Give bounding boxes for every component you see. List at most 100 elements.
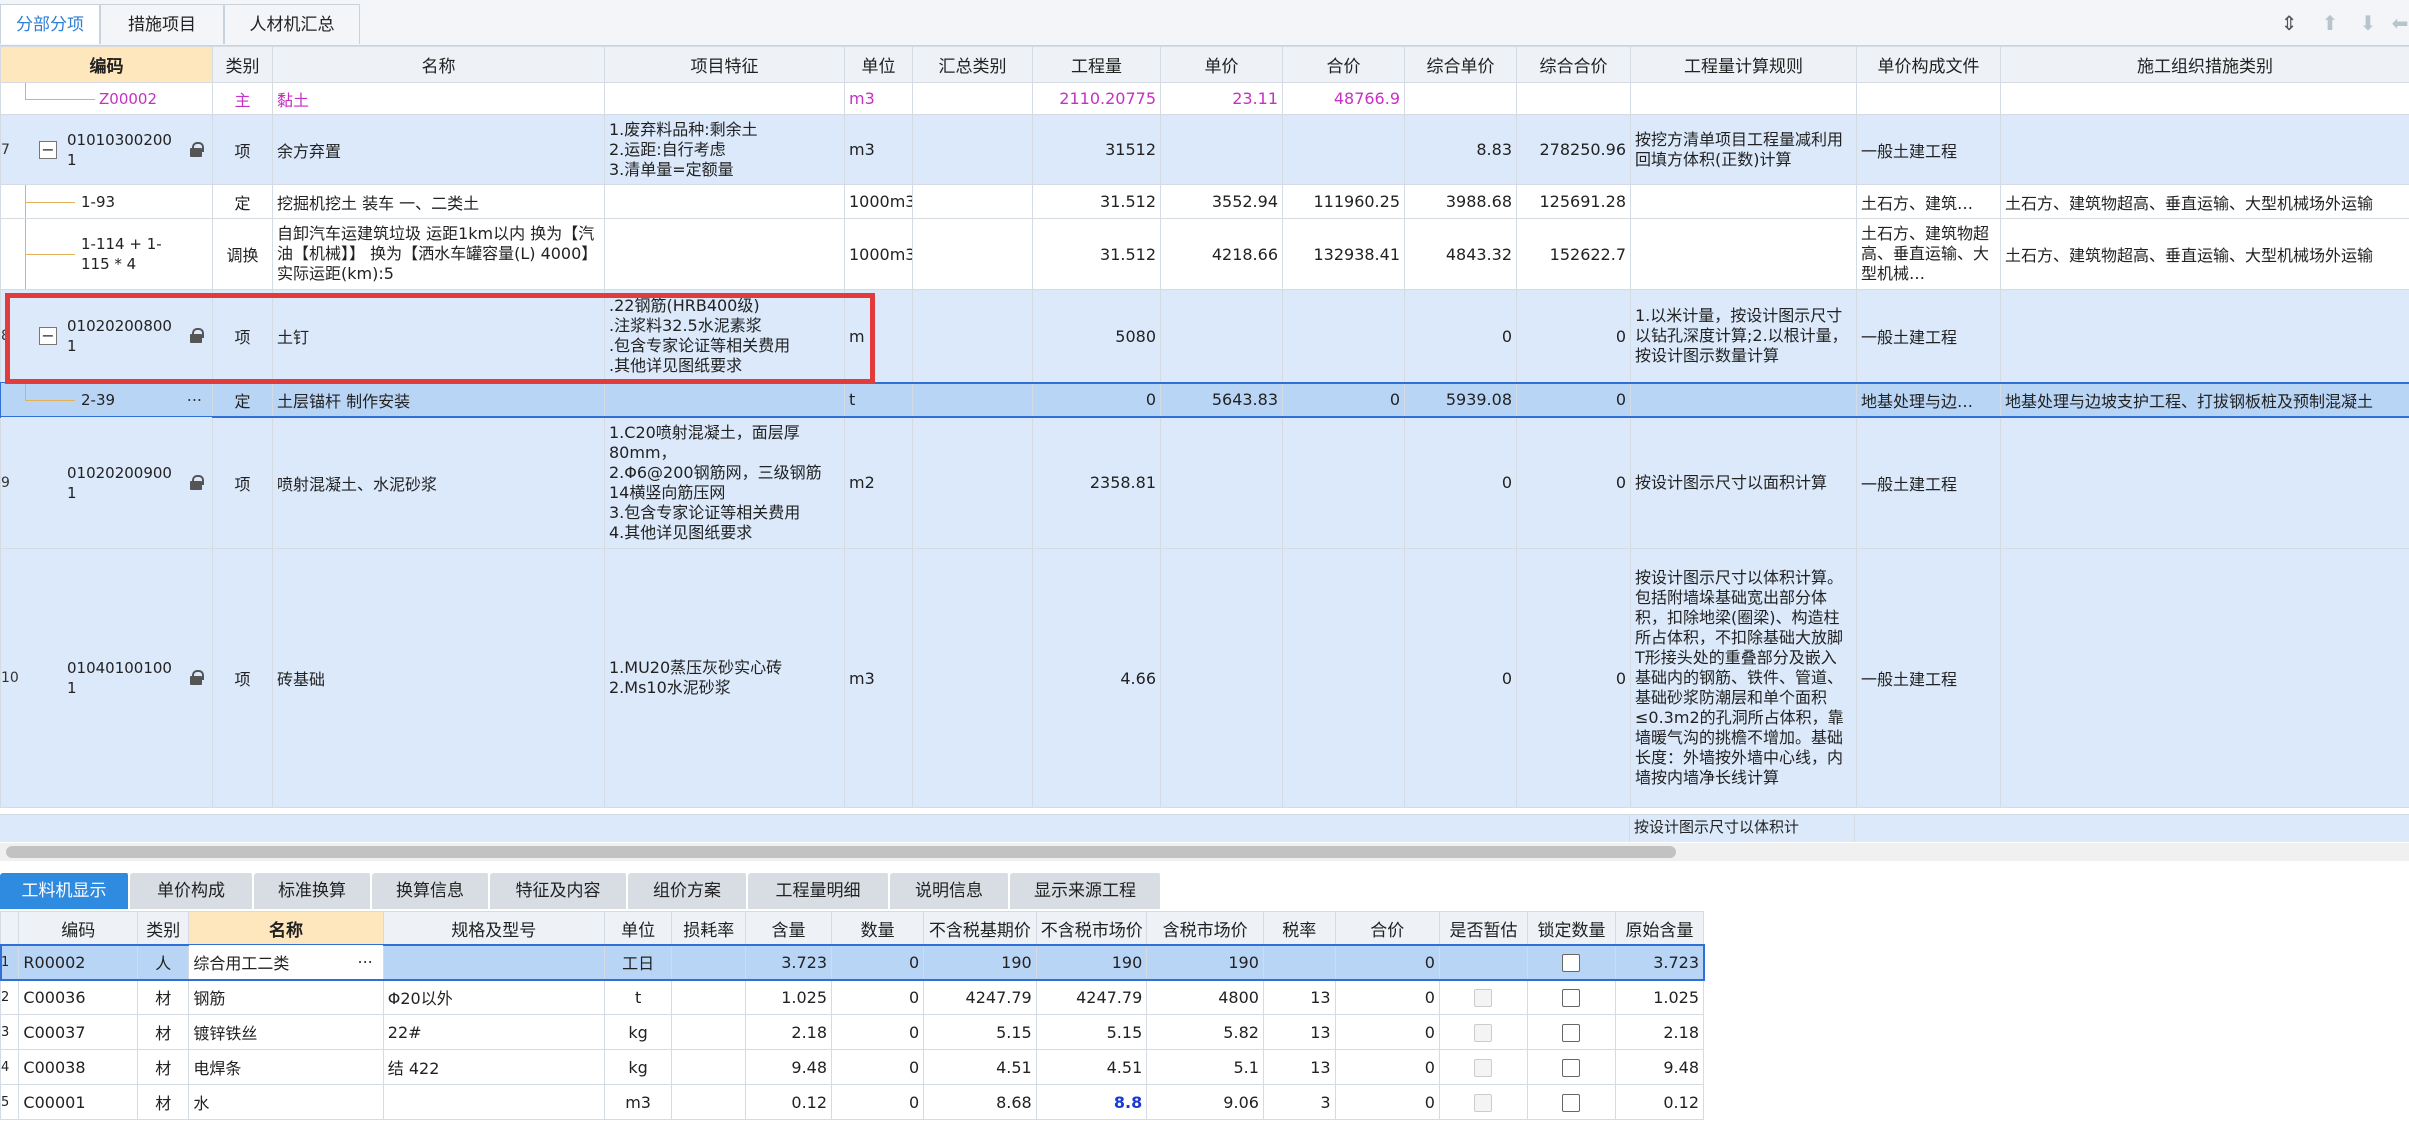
unit-cell[interactable]: t bbox=[603, 979, 673, 1015]
unit-price-cell[interactable]: 4218.66 bbox=[1160, 218, 1283, 290]
spec-cell[interactable] bbox=[382, 1084, 605, 1120]
quantity-cell[interactable]: 0 bbox=[831, 944, 925, 980]
locked-qty-cell[interactable] bbox=[1526, 1084, 1616, 1120]
quantity-cell[interactable]: 0 bbox=[831, 1049, 925, 1085]
unit-cell[interactable]: m3 bbox=[844, 82, 913, 115]
more-icon[interactable]: ··· bbox=[187, 390, 202, 409]
code-cell[interactable]: 7 − 01010300200 1 bbox=[0, 114, 213, 185]
market-price-cell[interactable]: 4247.79 bbox=[1035, 979, 1148, 1015]
calc-rule-cell[interactable] bbox=[1630, 382, 1857, 417]
col-header-spec[interactable]: 规格及型号 bbox=[382, 911, 605, 945]
col-header-measure-type[interactable]: 施工组织措施类别 bbox=[2000, 46, 2409, 83]
tax-rate-cell[interactable]: 13 bbox=[1262, 1014, 1336, 1050]
code-cell[interactable]: 8 − 01020200800 1 bbox=[0, 289, 213, 383]
summary-type-cell[interactable] bbox=[912, 382, 1033, 417]
market-price-cell[interactable]: 5.15 bbox=[1035, 1014, 1148, 1050]
code-cell[interactable]: C00001 bbox=[18, 1084, 139, 1120]
code-cell[interactable]: 2-39 ··· bbox=[0, 382, 213, 417]
total-cell[interactable]: 0 bbox=[1334, 1049, 1440, 1085]
comp-total-cell[interactable] bbox=[1516, 82, 1631, 115]
table-row[interactable]: 8 − 01020200800 1 项 土钉 .22钢筋(HRB400级) .注… bbox=[0, 289, 2409, 383]
type-cell[interactable]: 项 bbox=[212, 416, 273, 549]
table-row[interactable]: 4 C00038 材 电焊条 结 422 kg 9.48 0 4.51 4.51… bbox=[0, 1049, 1705, 1085]
move-down-icon[interactable]: ⬇ bbox=[2355, 10, 2381, 36]
price-file-cell[interactable]: 一般土建工程 bbox=[1856, 114, 2001, 185]
tax-market-price-cell[interactable]: 4800 bbox=[1146, 979, 1264, 1015]
price-file-cell[interactable] bbox=[1856, 82, 2001, 115]
comp-price-cell[interactable]: 5939.08 bbox=[1404, 382, 1517, 417]
comp-total-cell[interactable]: 278250.96 bbox=[1516, 114, 1631, 185]
col-header-unit[interactable]: 单位 bbox=[603, 911, 673, 945]
type-cell[interactable]: 材 bbox=[137, 979, 190, 1015]
unit-cell[interactable]: m3 bbox=[603, 1084, 673, 1120]
unit-cell[interactable]: m bbox=[844, 289, 913, 383]
total-cell[interactable] bbox=[1282, 548, 1405, 808]
total-cell[interactable]: 0 bbox=[1334, 1084, 1440, 1120]
name-cell[interactable]: 挖掘机挖土 装车 一、二类土 bbox=[272, 184, 605, 219]
tab-gongchengliang-mingxi[interactable]: 工程量明细 bbox=[748, 873, 890, 909]
name-cell[interactable]: 喷射混凝土、水泥砂浆 bbox=[272, 416, 605, 549]
loss-rate-cell[interactable] bbox=[671, 1049, 747, 1085]
price-file-cell[interactable]: 一般土建工程 bbox=[1856, 548, 2001, 808]
feature-cell[interactable] bbox=[604, 82, 845, 115]
name-cell[interactable]: 土钉 bbox=[272, 289, 605, 383]
table-row[interactable]: 2 C00036 材 钢筋 Φ20以外 t 1.025 0 4247.79 42… bbox=[0, 979, 1705, 1015]
unit-price-cell[interactable]: 3552.94 bbox=[1160, 184, 1283, 219]
comp-total-cell[interactable]: 125691.28 bbox=[1516, 184, 1631, 219]
unit-cell[interactable]: m3 bbox=[844, 114, 913, 185]
comp-total-cell[interactable]: 0 bbox=[1516, 548, 1631, 808]
spec-cell[interactable] bbox=[382, 944, 605, 980]
calc-rule-cell[interactable] bbox=[1630, 82, 1857, 115]
unit-price-cell[interactable] bbox=[1160, 416, 1283, 549]
measure-type-cell[interactable] bbox=[2000, 114, 2409, 185]
locked-qty-cell[interactable] bbox=[1526, 1014, 1616, 1050]
code-cell[interactable]: 10 01040100100 1 bbox=[0, 548, 213, 808]
col-header-tax-rate[interactable]: 税率 bbox=[1262, 911, 1336, 945]
tax-market-price-cell[interactable]: 9.06 bbox=[1146, 1084, 1264, 1120]
tax-market-price-cell[interactable]: 5.1 bbox=[1146, 1049, 1264, 1085]
comp-total-cell[interactable]: 0 bbox=[1516, 289, 1631, 383]
unit-cell[interactable]: t bbox=[844, 382, 913, 417]
price-file-cell[interactable]: 地基处理与边… bbox=[1856, 382, 2001, 417]
content-cell[interactable]: 1.025 bbox=[745, 979, 833, 1015]
col-header-name[interactable]: 名称 bbox=[272, 46, 605, 83]
summary-type-cell[interactable] bbox=[912, 82, 1033, 115]
content-cell[interactable]: 2.18 bbox=[745, 1014, 833, 1050]
loss-rate-cell[interactable] bbox=[671, 944, 747, 980]
comp-price-cell[interactable]: 3988.68 bbox=[1404, 184, 1517, 219]
feature-cell[interactable]: 1.MU20蒸压灰砂实心砖 2.Ms10水泥砂浆 bbox=[604, 548, 845, 808]
feature-cell[interactable] bbox=[604, 218, 845, 290]
orig-content-cell[interactable]: 2.18 bbox=[1614, 1014, 1705, 1050]
unit-price-cell[interactable] bbox=[1160, 114, 1283, 185]
tab-shuoming-xinxi[interactable]: 说明信息 bbox=[890, 873, 1010, 909]
calc-rule-cell[interactable]: 按设计图示尺寸以体积计 bbox=[1629, 815, 1855, 842]
unit-cell[interactable]: m2 bbox=[844, 416, 913, 549]
comp-price-cell[interactable]: 4843.32 bbox=[1404, 218, 1517, 290]
col-header-orig-content[interactable]: 原始含量 bbox=[1614, 911, 1705, 945]
unit-price-cell[interactable]: 23.11 bbox=[1160, 82, 1283, 115]
measure-type-cell[interactable] bbox=[2000, 82, 2409, 115]
col-header-total[interactable]: 合价 bbox=[1334, 911, 1440, 945]
table-row[interactable]: 3 C00037 材 镀锌铁丝 22# kg 2.18 0 5.15 5.15 … bbox=[0, 1014, 1705, 1050]
col-header-estimate[interactable]: 是否暂估 bbox=[1438, 911, 1528, 945]
quantity-cell[interactable]: 0 bbox=[831, 1084, 925, 1120]
quantity-cell[interactable]: 31.512 bbox=[1032, 218, 1161, 290]
name-cell[interactable]: 电焊条 bbox=[188, 1049, 384, 1085]
feature-cell[interactable]: .22钢筋(HRB400级) .注浆料32.5水泥素浆 .包含专家论证等相关费用… bbox=[604, 289, 845, 383]
lock-icon[interactable] bbox=[190, 328, 204, 343]
tab-biaozhun-huansuan[interactable]: 标准换算 bbox=[254, 873, 372, 909]
tab-rencaiji-huizong[interactable]: 人材机汇总 bbox=[224, 4, 360, 44]
feature-cell[interactable]: 1.C20喷射混凝土，面层厚80mm， 2.Φ6@200钢筋网，三级钢筋14横竖… bbox=[604, 416, 845, 549]
type-cell[interactable]: 定 bbox=[212, 184, 273, 219]
measure-type-cell[interactable]: 土石方、建筑物超高、垂直运输、大型机械场外运输 bbox=[2000, 184, 2409, 219]
type-cell[interactable]: 人 bbox=[137, 944, 190, 980]
tab-fenbufenxiang[interactable]: 分部分项 bbox=[0, 4, 100, 44]
lock-icon[interactable] bbox=[190, 474, 204, 490]
feature-cell[interactable] bbox=[604, 382, 845, 417]
col-header-price-file[interactable]: 单价构成文件 bbox=[1856, 46, 2001, 83]
tab-tezheng-neirong[interactable]: 特征及内容 bbox=[490, 873, 628, 909]
summary-type-cell[interactable] bbox=[912, 548, 1033, 808]
tax-market-price-cell[interactable]: 190 bbox=[1146, 944, 1264, 980]
col-header-comp-price[interactable]: 综合单价 bbox=[1404, 46, 1517, 83]
move-up-icon[interactable]: ⬆ bbox=[2317, 10, 2343, 36]
